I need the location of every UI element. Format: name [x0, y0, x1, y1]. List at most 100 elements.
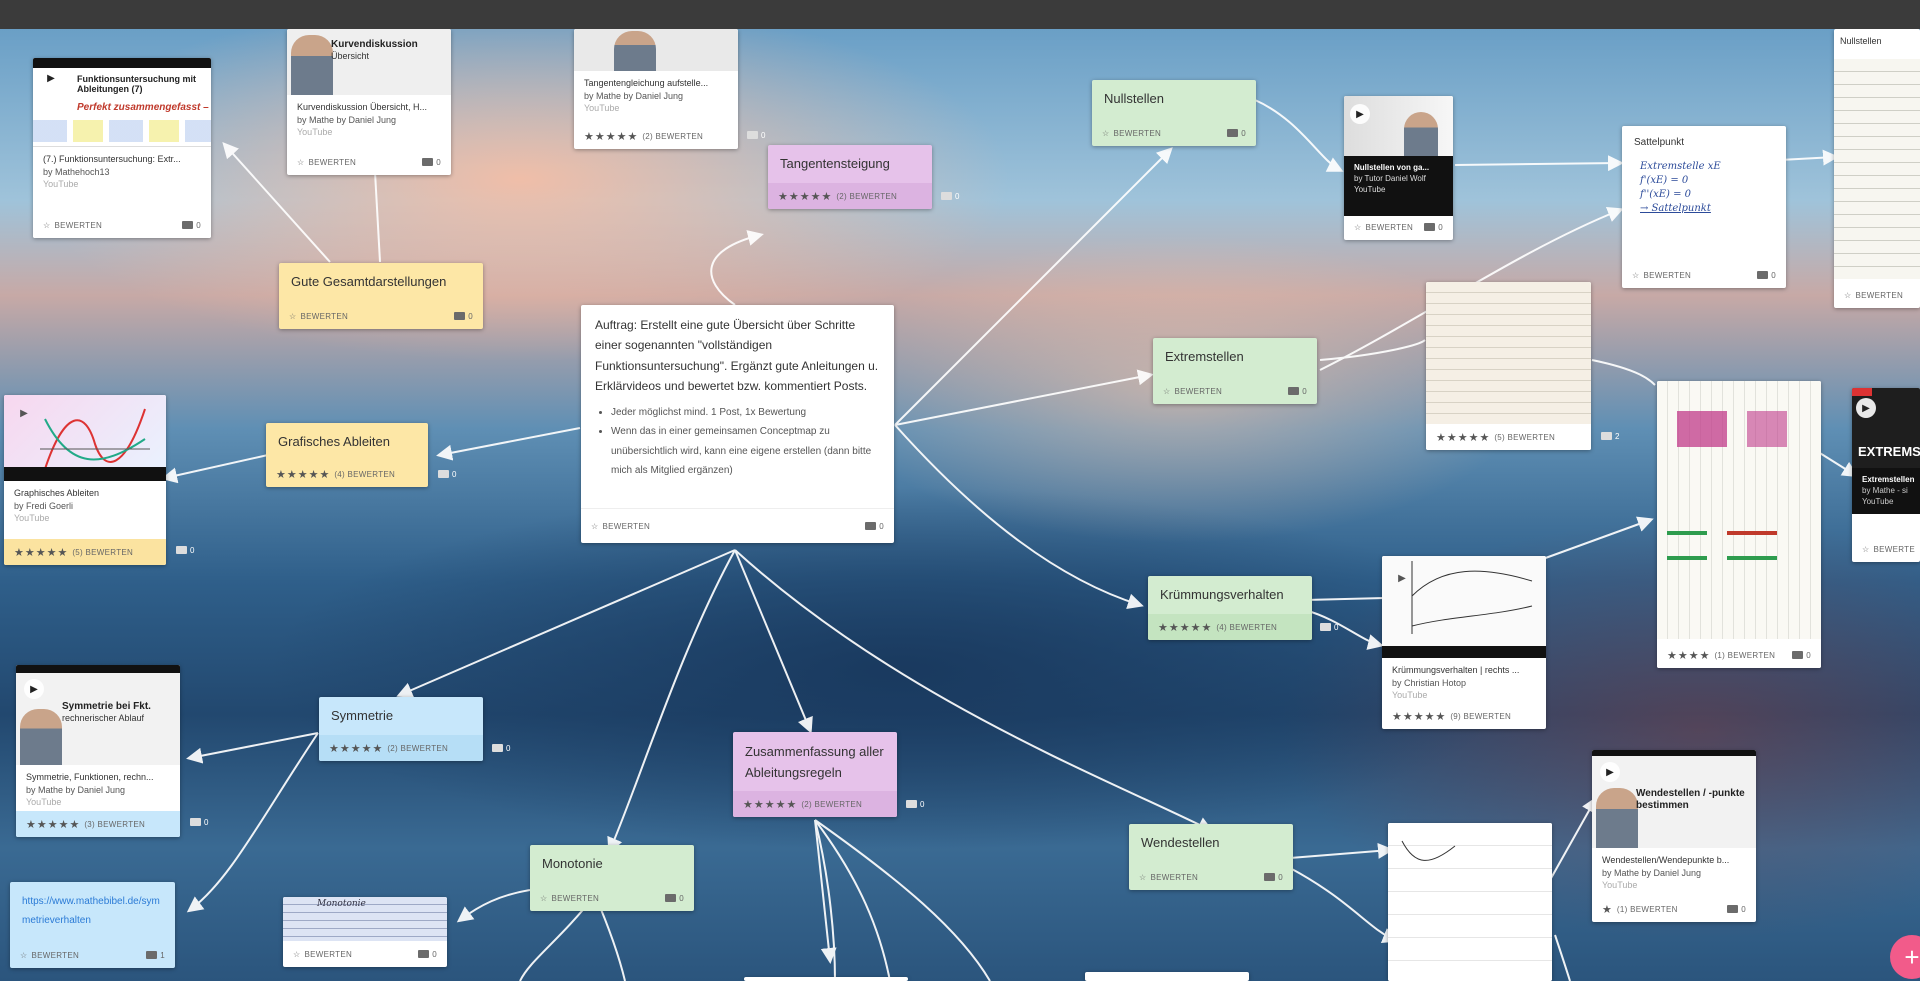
comment-button[interactable]: 0	[1288, 387, 1307, 396]
video-card-graphisches-ableiten[interactable]: ▶ Graphisches Ableiten by Fredi Goerli Y…	[4, 395, 166, 565]
post-card-tangentensteigung[interactable]: Tangentensteigung ★★★★★ (2) BEWERTEN	[768, 145, 932, 209]
rate-button[interactable]: ★ (1) BEWERTEN	[1602, 903, 1678, 916]
rate-button[interactable]: ☆ BEWERTE	[1862, 545, 1915, 554]
post-card-symmetrie[interactable]: Symmetrie ★★★★★ (2) BEWERTEN	[319, 697, 483, 761]
rate-button[interactable]: ☆ BEWERTEN	[1632, 271, 1691, 280]
rate-button[interactable]: ☆ BEWERTEN	[1139, 873, 1198, 882]
post-card-wendestellen[interactable]: Wendestellen ☆ BEWERTEN 0	[1129, 824, 1293, 890]
video-title[interactable]: Extremstellen	[1862, 474, 1914, 485]
rate-button[interactable]: ★★★★★ (2) BEWERTEN	[584, 130, 703, 143]
video-card-kruemmungsverhalten[interactable]: ▶ Krümmungsverhalten | rechts ... by Chr…	[1382, 556, 1546, 729]
video-title[interactable]: Krümmungsverhalten | rechts ...	[1392, 664, 1536, 677]
rate-button[interactable]: ☆ BEWERTEN	[591, 522, 650, 531]
video-title[interactable]: Nullstellen von ga...	[1354, 162, 1443, 173]
play-icon[interactable]: ▶	[1600, 762, 1620, 782]
comment-button[interactable]: 0	[1264, 873, 1283, 882]
comment-button[interactable]: 0	[182, 221, 201, 230]
comment-button[interactable]: 0	[747, 131, 765, 140]
comment-button[interactable]: 0	[1792, 651, 1811, 660]
video-title[interactable]: Graphisches Ableiten	[14, 487, 156, 500]
video-card-extremstellen[interactable]: ▶ EXTREMS Extremstellen by Mathe - si Yo…	[1852, 388, 1920, 562]
post-card-extremstellen[interactable]: Extremstellen ☆ BEWERTEN 0	[1153, 338, 1317, 404]
comment-button[interactable]: 0	[1727, 905, 1746, 914]
link-card-mathebibel[interactable]: https://www.mathebibel.de/symmetrieverha…	[10, 882, 175, 968]
comment-button[interactable]: 0	[906, 800, 924, 809]
rate-button[interactable]: ★★★★★ (5) BEWERTEN	[14, 546, 133, 559]
image-card-graph-note[interactable]: ★★★★ (1) BEWERTEN 0	[1657, 381, 1821, 668]
comment-button[interactable]: 0	[454, 312, 473, 321]
comment-button[interactable]: 2	[1601, 432, 1619, 441]
post-card-grafisches-ableiten[interactable]: Grafisches Ableiten ★★★★★ (4) BEWERTEN	[266, 423, 428, 487]
image-card-extremstellen-note[interactable]: ★★★★★ (5) BEWERTEN	[1426, 282, 1591, 450]
play-icon[interactable]: ▶	[41, 68, 61, 88]
video-card-tangentengleichung[interactable]: Tangentengleichung aufstelle... by Mathe…	[574, 29, 738, 149]
post-card-monotonie[interactable]: Monotonie ☆ BEWERTEN 0	[530, 845, 694, 911]
video-title[interactable]: Symmetrie, Funktionen, rechn...	[26, 771, 170, 784]
video-card-funktionsuntersuchung[interactable]: ▶ Funktionsuntersuchung mit Ableitungen …	[33, 58, 211, 238]
video-card-kurvendiskussion[interactable]: Kurvendiskussion Übersicht Kurvendiskuss…	[287, 29, 451, 175]
main-task-card[interactable]: Auftrag: Erstellt eine gute Übersicht üb…	[581, 305, 894, 543]
rate-button[interactable]: ☆ BEWERTEN	[43, 221, 102, 230]
video-title[interactable]: Kurvendiskussion Übersicht, H...	[297, 101, 441, 114]
comment-button[interactable]: 0	[1320, 623, 1338, 632]
comment-button[interactable]: 0	[176, 546, 194, 555]
partial-card-bottom[interactable]	[744, 977, 908, 981]
comment-button[interactable]: 0	[1757, 271, 1776, 280]
comment-button[interactable]: 0	[418, 950, 437, 959]
video-thumbnail[interactable]: ▶	[1382, 556, 1546, 658]
rate-button[interactable]: ★★★★ (1) BEWERTEN	[1667, 649, 1775, 662]
video-thumbnail[interactable]: ▶ Symmetrie bei Fkt. rechnerischer Ablau…	[16, 665, 180, 765]
comment-button[interactable]: 0	[190, 818, 208, 827]
play-icon[interactable]: ▶	[24, 679, 44, 699]
comment-button[interactable]: 0	[492, 744, 510, 753]
video-title[interactable]: (7.) Funktionsuntersuchung: Extr...	[43, 153, 201, 166]
post-card-sattelpunkt[interactable]: Sattelpunkt Extremstelle xE f'(xE) = 0 f…	[1622, 126, 1786, 288]
rate-button[interactable]: ★★★★★ (2) BEWERTEN	[743, 798, 862, 811]
video-thumbnail[interactable]	[574, 29, 738, 71]
post-card-kruemmungsverhalten[interactable]: Krümmungsverhalten ★★★★★ (4) BEWERTEN	[1148, 576, 1312, 640]
post-card-nullstellen-note[interactable]: Nullstellen ☆ BEWERTEN	[1834, 29, 1920, 308]
image-card-monotonie-note[interactable]: Monotonie ☆ BEWERTEN 0	[283, 897, 447, 967]
comment-button[interactable]: 0	[865, 522, 884, 531]
comment-button[interactable]: 0	[665, 894, 684, 903]
rate-button[interactable]: ★★★★★ (9) BEWERTEN	[1392, 710, 1511, 723]
rate-button[interactable]: ☆ BEWERTEN	[1102, 129, 1161, 138]
post-card-nullstellen[interactable]: Nullstellen ☆ BEWERTEN 0	[1092, 80, 1256, 146]
partial-card-bottom[interactable]	[1085, 972, 1249, 981]
post-card-zusammenfassung[interactable]: Zusammenfassung aller Ableitungsregeln ★…	[733, 732, 897, 817]
video-thumbnail[interactable]: ▶	[1344, 96, 1453, 156]
comment-button[interactable]: 0	[422, 158, 441, 167]
rate-button[interactable]: ☆ BEWERTEN	[540, 894, 599, 903]
image-card-wendestellen-note[interactable]	[1388, 823, 1552, 981]
video-title[interactable]: Tangentengleichung aufstelle...	[584, 77, 728, 90]
comment-button[interactable]: 0	[1227, 129, 1246, 138]
play-icon[interactable]: ▶	[1856, 398, 1876, 418]
rate-button[interactable]: ★★★★★ (2) BEWERTEN	[778, 190, 897, 203]
video-thumbnail[interactable]: Kurvendiskussion Übersicht	[287, 29, 451, 95]
video-thumbnail[interactable]: ▶ Wendestellen / -punkte bestimmen	[1592, 750, 1756, 848]
rate-button[interactable]: ★★★★★ (3) BEWERTEN	[26, 818, 145, 831]
video-card-symmetrie[interactable]: ▶ Symmetrie bei Fkt. rechnerischer Ablau…	[16, 665, 180, 837]
rate-button[interactable]: ☆ BEWERTEN	[20, 951, 79, 960]
rate-button[interactable]: ★★★★★ (5) BEWERTEN	[1436, 431, 1555, 444]
rate-button[interactable]: ☆ BEWERTEN	[293, 950, 352, 959]
rate-button[interactable]: ★★★★★ (4) BEWERTEN	[276, 468, 395, 481]
comment-button[interactable]: 0	[941, 192, 959, 201]
play-icon[interactable]: ▶	[1350, 104, 1370, 124]
video-card-nullstellen[interactable]: ▶ Nullstellen von ga... by Tutor Daniel …	[1344, 96, 1453, 240]
video-title[interactable]: Wendestellen/Wendepunkte b...	[1602, 854, 1746, 867]
video-card-wendestellen[interactable]: ▶ Wendestellen / -punkte bestimmen Wende…	[1592, 750, 1756, 922]
rate-button[interactable]: ☆ BEWERTEN	[1844, 291, 1903, 300]
video-thumbnail[interactable]: ▶ Funktionsuntersuchung mit Ableitungen …	[33, 58, 211, 147]
video-thumbnail[interactable]: ▶ EXTREMS	[1852, 388, 1920, 468]
link-url[interactable]: https://www.mathebibel.de/symmetrieverha…	[10, 882, 175, 936]
comment-button[interactable]: 1	[146, 951, 165, 960]
rate-button[interactable]: ☆ BEWERTEN	[1354, 223, 1413, 232]
post-card-gesamtdarstellungen[interactable]: Gute Gesamtdarstellungen ☆ BEWERTEN 0	[279, 263, 483, 329]
rate-button[interactable]: ☆ BEWERTEN	[289, 312, 348, 321]
rate-button[interactable]: ★★★★★ (4) BEWERTEN	[1158, 621, 1277, 634]
comment-button[interactable]: 0	[1424, 223, 1443, 232]
play-icon[interactable]: ▶	[14, 403, 34, 423]
comment-button[interactable]: 0	[438, 470, 456, 479]
video-thumbnail[interactable]: ▶	[4, 395, 166, 481]
